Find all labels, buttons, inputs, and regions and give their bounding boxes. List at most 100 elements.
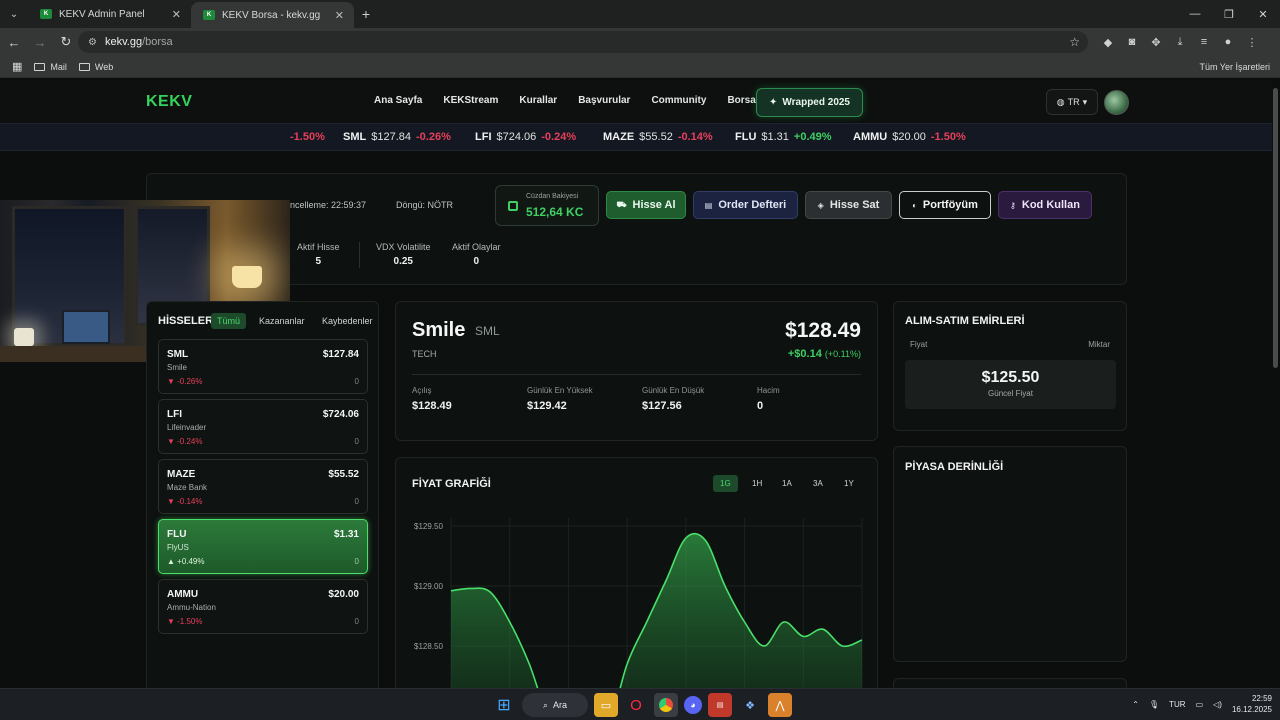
tab-admin-panel[interactable]: K KEKV Admin Panel ✕ [28, 0, 191, 28]
clock[interactable]: 22:59 16.12.2025 [1232, 693, 1272, 715]
avatar[interactable] [1104, 90, 1129, 115]
y-tick-label: $129.50 [414, 522, 443, 531]
stock-item-lfi[interactable]: LFI Lifeinvader ▼ -0.24% $724.06 0 [158, 399, 368, 454]
close-icon[interactable]: ✕ [172, 8, 181, 21]
app-icon[interactable]: ⋀ [768, 693, 792, 717]
system-tray: ⌃ 🎙 TUR ▭ ◁) 22:59 16.12.2025 [1132, 693, 1272, 715]
site-header: KEKV Ana Sayfa KEKStream Kurallar Başvur… [0, 80, 1272, 123]
filter-all[interactable]: Tümü [211, 313, 247, 329]
menu-item-ana-sayfa[interactable]: Ana Sayfa [374, 95, 422, 106]
taskbar-search[interactable]: ⌕ Ara [522, 693, 588, 717]
range-3a[interactable]: 3A [806, 475, 830, 492]
new-tab-button[interactable]: + [354, 6, 378, 22]
site-info-icon[interactable]: ⚙ [88, 37, 97, 48]
stat-volume: Hacim 0 [757, 386, 780, 412]
puzzle-icon[interactable]: ✥ [1146, 30, 1166, 54]
speaker-icon[interactable]: ◁) [1213, 700, 1222, 709]
bookmark-web[interactable]: Web [78, 62, 113, 72]
stock-item-ammu[interactable]: AMMU Ammu-Nation ▼ -1.50% $20.00 0 [158, 579, 368, 634]
order-book-button[interactable]: ▤ Order Defteri [693, 191, 798, 219]
filter-gainers[interactable]: Kazananlar [253, 313, 311, 329]
language-label: TR [1067, 97, 1080, 107]
sell-stock-button[interactable]: ◈ Hisse Sat [805, 191, 892, 219]
reading-list-icon[interactable]: ≡ [1194, 30, 1214, 54]
stock-price: $20.00 [328, 589, 359, 600]
stock-name: Maze Bank [167, 483, 208, 492]
stock-detail-price: $128.49 [785, 319, 861, 342]
opera-icon[interactable]: O [624, 693, 648, 717]
button-label: Portföyüm [922, 199, 978, 211]
menu-item-community[interactable]: Community [651, 95, 706, 106]
page-scrollbar[interactable] [1273, 88, 1278, 368]
extension-icon[interactable]: ◆ [1098, 30, 1118, 54]
close-icon[interactable]: ✕ [335, 9, 344, 22]
tab-search-icon[interactable]: ⌄ [0, 0, 28, 28]
maximize-icon[interactable]: ❐ [1212, 0, 1246, 28]
range-1g[interactable]: 1G [713, 475, 738, 492]
button-label: Kod Kullan [1021, 199, 1080, 211]
discord-icon[interactable]: ◕ [684, 696, 702, 714]
wallet-value: 512,64 KC [526, 205, 584, 219]
profile-icon[interactable]: ● [1218, 30, 1238, 54]
ticker-change: -0.14% [677, 131, 713, 143]
orders-panel: ALIM-SATIM EMİRLERİ Fiyat Miktar $125.50… [893, 301, 1127, 431]
more-menu-icon[interactable]: ⋮ [1242, 30, 1262, 54]
reload-icon[interactable]: ↻ [54, 30, 78, 54]
app-icon[interactable]: ▤ [708, 693, 732, 717]
divider [412, 374, 861, 375]
redeem-code-button[interactable]: ⚷ Kod Kullan [998, 191, 1092, 219]
download-icon[interactable]: ⤓ [1170, 30, 1190, 54]
clock-date: 16.12.2025 [1231, 705, 1272, 714]
file-explorer-icon[interactable]: ▭ [594, 693, 618, 717]
bookmark-mail[interactable]: Mail [34, 62, 67, 72]
range-1y[interactable]: 1Y [837, 475, 861, 492]
tab-borsa[interactable]: K KEKV Borsa - kekv.gg ✕ [191, 2, 354, 28]
tab-title: KEKV Admin Panel [59, 8, 145, 20]
menu-item-basvurular[interactable]: Başvurular [578, 95, 630, 106]
stock-item-maze[interactable]: MAZE Maze Bank ▼ -0.14% $55.52 0 [158, 459, 368, 514]
stock-item-sml[interactable]: SML Smile ▼ -0.26% $127.84 0 [158, 339, 368, 394]
stock-detail-sector: TECH [412, 349, 437, 359]
menu-item-kurallar[interactable]: Kurallar [519, 95, 557, 106]
menu-item-kekstream[interactable]: KEKStream [443, 95, 498, 106]
last-update: ncelleme: 22:59:37 [290, 200, 367, 210]
bookmark-star-icon[interactable]: ☆ [1069, 35, 1080, 49]
clock-time: 22:59 [1251, 694, 1272, 703]
address-bar[interactable]: ⚙ kekv.gg/borsa ☆ [78, 31, 1088, 53]
portfolio-button[interactable]: ◐ Portföyüm [899, 191, 991, 219]
ticker-item: -1.50% [290, 131, 325, 143]
microphone-icon[interactable]: 🎙 [1149, 700, 1159, 709]
menu-item-borsa[interactable]: Borsa [727, 95, 755, 106]
app-icon[interactable]: ❖ [738, 693, 762, 717]
price-chart[interactable]: $129.50$129.00$128.50$128.00 [396, 498, 878, 688]
windows-start-icon[interactable]: ⊞ [492, 693, 516, 717]
language-select[interactable]: ◍ TR ▾ [1046, 89, 1098, 115]
camera-icon[interactable]: ◙ [1122, 30, 1142, 54]
forward-icon[interactable]: → [28, 30, 52, 54]
site-logo[interactable]: KEKV [146, 93, 192, 111]
chevron-up-icon[interactable]: ⌃ [1132, 700, 1139, 709]
back-icon[interactable]: ← [2, 30, 26, 54]
stock-price: $1.31 [333, 529, 359, 540]
apps-icon[interactable]: ▦ [12, 60, 22, 73]
stat-open: Açılış $128.49 [412, 386, 452, 412]
input-language[interactable]: TUR [1169, 700, 1185, 709]
close-window-icon[interactable]: ✕ [1246, 0, 1280, 28]
browser-extensions: ◆ ◙ ✥ ⤓ ≡ ● ⋮ [1098, 30, 1262, 54]
buy-stock-button[interactable]: ⛟ Hisse Al [606, 191, 686, 219]
wrapped-button[interactable]: ✦ Wrapped 2025 [756, 88, 863, 117]
range-1a[interactable]: 1A [775, 475, 799, 492]
filter-losers[interactable]: Kaybedenler [316, 313, 379, 329]
chrome-icon[interactable] [654, 693, 678, 717]
range-1h[interactable]: 1H [745, 475, 769, 492]
window-controls: — ❐ ✕ [1178, 0, 1280, 28]
minimize-icon[interactable]: — [1178, 0, 1212, 28]
y-tick-label: $128.50 [414, 642, 443, 651]
display-icon[interactable]: ▭ [1196, 700, 1204, 709]
all-bookmarks[interactable]: Tüm Yer İşaretleri [1194, 62, 1270, 72]
folder-icon [78, 62, 90, 71]
stock-volume: 0 [354, 377, 359, 386]
stock-price: $724.06 [322, 409, 359, 420]
stock-item-flu[interactable]: FLU FlyUS ▲ +0.49% $1.31 0 [158, 519, 368, 574]
browser-tabbar: ⌄ K KEKV Admin Panel ✕ K KEKV Borsa - ke… [0, 0, 1280, 28]
